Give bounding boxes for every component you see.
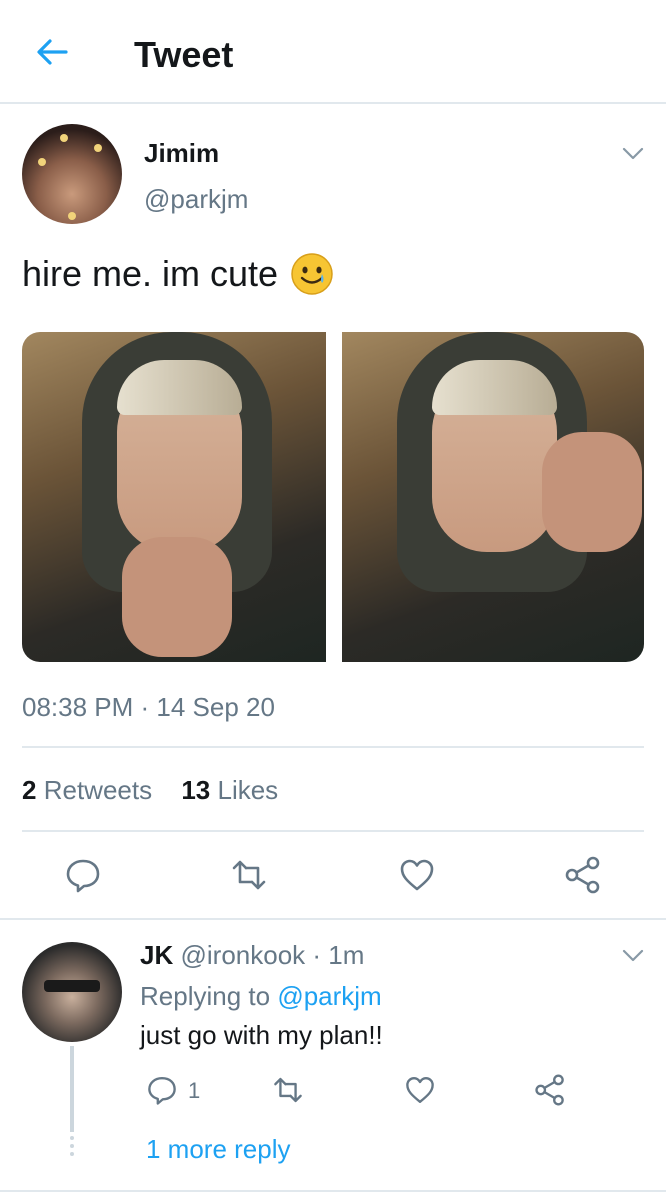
divider <box>22 830 644 832</box>
author-handle[interactable]: @parkjm <box>144 184 248 215</box>
share-icon[interactable] <box>534 1074 566 1106</box>
reply-author-handle[interactable]: @ironkook <box>180 940 305 970</box>
like-icon[interactable] <box>404 1074 436 1106</box>
crown-decoration <box>68 212 76 220</box>
retweets-count: 2 <box>22 775 37 805</box>
more-replies-link[interactable]: 1 more reply <box>146 1134 291 1165</box>
reply-icon[interactable] <box>64 856 102 894</box>
divider <box>22 746 644 748</box>
retweet-icon[interactable] <box>272 1074 304 1106</box>
replying-to-label: Replying to <box>140 981 271 1011</box>
reply-author-name[interactable]: JK <box>140 940 173 970</box>
reply-text: just go with my plan!! <box>140 1020 383 1050</box>
retweets-stat[interactable]: 2 Retweets <box>22 775 152 806</box>
author-avatar[interactable] <box>22 124 122 224</box>
chevron-down-icon[interactable] <box>620 140 646 166</box>
smiling-face-with-tear-icon <box>291 253 333 295</box>
crown-decoration <box>60 134 68 142</box>
reply-age: · 1m <box>312 940 365 970</box>
photo-content <box>542 432 642 552</box>
likes-stat[interactable]: 13 Likes <box>181 775 278 806</box>
reply-count: 1 <box>188 1078 201 1103</box>
share-icon[interactable] <box>564 856 602 894</box>
retweet-icon[interactable] <box>230 856 268 894</box>
thread-line <box>70 1046 74 1132</box>
divider <box>0 1190 666 1192</box>
page-title: Tweet <box>134 34 234 75</box>
tweet-photo[interactable] <box>342 332 644 662</box>
top-bar: Tweet <box>0 0 666 104</box>
like-icon[interactable] <box>398 856 436 894</box>
tweet-photo[interactable] <box>22 332 326 662</box>
retweets-label: Retweets <box>43 775 153 805</box>
crown-decoration <box>94 144 102 152</box>
tweet-timestamp[interactable]: 08:38 PM · 14 Sep 20 <box>22 692 275 723</box>
replying-to: Replying to @parkjm <box>140 981 382 1012</box>
likes-count: 13 <box>181 775 211 805</box>
reply-header: JK @ironkook · 1m <box>140 940 364 971</box>
chevron-down-icon[interactable] <box>620 942 646 968</box>
likes-label: Likes <box>217 775 279 805</box>
reply-icon[interactable] <box>146 1074 178 1106</box>
reply-author-avatar[interactable] <box>22 942 122 1042</box>
crown-decoration <box>38 158 46 166</box>
divider <box>0 918 666 920</box>
tweet-stats: 2 Retweets 13 Likes <box>22 775 300 806</box>
photo-content <box>122 537 232 657</box>
author-name[interactable]: Jimim <box>144 138 219 169</box>
replying-to-handle[interactable]: @parkjm <box>277 981 381 1011</box>
thread-dots <box>70 1136 74 1160</box>
sunglasses <box>44 980 100 992</box>
tweet-body: hire me. im cute <box>22 253 279 294</box>
tweet-text: hire me. im cute <box>22 252 334 296</box>
back-arrow-icon[interactable] <box>34 34 70 70</box>
